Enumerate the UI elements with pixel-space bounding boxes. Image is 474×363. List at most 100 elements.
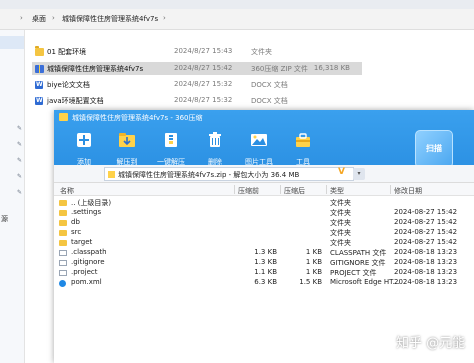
folder-icon bbox=[35, 46, 44, 56]
extract-to-icon bbox=[119, 133, 135, 147]
row-type: CLASSPATH 文件 bbox=[330, 249, 387, 257]
explorer-navigation-pane: ✎ ✎ ✎ ✎ ✎ 源 bbox=[0, 30, 25, 363]
row-date: 2024-08-18 13:23 bbox=[394, 278, 458, 286]
archive-row[interactable]: .settings 文件夹 2024-08-27 15:42 bbox=[54, 208, 474, 218]
file-icon bbox=[59, 250, 67, 256]
explorer-file-row[interactable]: biye论文文档 2024/8/27 15:32 DOCX 文档 bbox=[32, 78, 362, 91]
image-tool-icon bbox=[251, 134, 267, 146]
file-type: DOCX 文档 bbox=[251, 81, 288, 89]
row-type: 文件夹 bbox=[330, 219, 351, 227]
explorer-file-row-selected[interactable]: 城镇保障性住房管理系统4fv7s 2024/8/27 15:42 360压缩 Z… bbox=[32, 62, 362, 75]
row-name: .project bbox=[71, 268, 98, 276]
row-size-before: 6.3 KB bbox=[254, 278, 277, 286]
archive-row[interactable]: db 文件夹 2024-08-27 15:42 bbox=[54, 218, 474, 228]
row-name: pom.xml bbox=[71, 278, 102, 286]
file-icon bbox=[59, 270, 67, 276]
scan-badge[interactable]: 扫描 bbox=[415, 130, 453, 168]
chevron-right-icon: › bbox=[163, 14, 166, 22]
pin-icon: ✎ bbox=[17, 157, 23, 164]
col-type[interactable]: 类型 bbox=[330, 186, 344, 196]
row-date: 2024-08-27 15:42 bbox=[394, 228, 458, 236]
row-size-before: 1.1 KB bbox=[254, 268, 277, 276]
pin-icon: ✎ bbox=[17, 173, 23, 180]
col-name[interactable]: 名称 bbox=[60, 186, 74, 196]
row-name: db bbox=[71, 218, 80, 226]
row-type: GITIGNORE 文件 bbox=[330, 259, 386, 267]
explorer-address-bar[interactable]: › 桌面 › 城镇保障性住房管理系统4fv7s › bbox=[0, 9, 474, 30]
explorer-file-row[interactable]: java环境配置文档 2024/8/27 15:32 DOCX 文档 bbox=[32, 94, 362, 107]
add-icon bbox=[77, 133, 91, 147]
pin-icon: ✎ bbox=[17, 141, 23, 148]
nav-label: 源 bbox=[1, 215, 8, 223]
row-size-after: 1 KB bbox=[305, 248, 322, 256]
folder-icon bbox=[59, 200, 67, 206]
row-size-after: 1.5 KB bbox=[299, 278, 322, 286]
file-type: 文件夹 bbox=[251, 48, 272, 56]
breadcrumb-desktop[interactable]: 桌面 bbox=[32, 14, 46, 24]
zip-icon bbox=[108, 171, 115, 178]
nav-selected-item[interactable] bbox=[0, 36, 24, 49]
file-type: DOCX 文档 bbox=[251, 97, 288, 105]
row-size-after: 1 KB bbox=[305, 268, 322, 276]
column-divider[interactable] bbox=[390, 185, 391, 194]
pin-icon: ✎ bbox=[17, 125, 23, 132]
explorer-tab-strip bbox=[0, 0, 474, 9]
chevron-down-icon[interactable]: ▾ bbox=[353, 168, 365, 180]
archive-row[interactable]: .project 1.1 KB 1 KB PROJECT 文件 2024-08-… bbox=[54, 268, 474, 278]
tools-icon bbox=[296, 133, 310, 147]
col-before[interactable]: 压缩前 bbox=[238, 186, 259, 196]
file-size: 16,318 KB bbox=[313, 64, 350, 72]
verified-check-icon[interactable]: V bbox=[338, 167, 345, 177]
zip-icon bbox=[35, 65, 44, 73]
row-size-before: 1.3 KB bbox=[254, 248, 277, 256]
col-date[interactable]: 修改日期 bbox=[394, 186, 422, 196]
archive-row[interactable]: .gitignore 1.3 KB 1 KB GITIGNORE 文件 2024… bbox=[54, 258, 474, 268]
file-name: 01 配套环境 bbox=[47, 48, 87, 56]
row-name: .classpath bbox=[71, 248, 107, 256]
column-divider[interactable] bbox=[280, 185, 281, 194]
zip-column-header: 名称 压缩前 压缩后 类型 修改日期 bbox=[54, 183, 474, 196]
breadcrumb-folder[interactable]: 城镇保障性住房管理系统4fv7s bbox=[62, 14, 158, 24]
archive-row[interactable]: .. (上级目录) 文件夹 bbox=[54, 198, 474, 208]
folder-icon bbox=[59, 220, 67, 226]
word-doc-icon bbox=[35, 97, 43, 105]
zip-path-bar: 城镇保障性住房管理系统4fv7s.zip - 解包大小为 36.4 MB bbox=[54, 165, 474, 183]
column-divider[interactable] bbox=[326, 185, 327, 194]
scan-badge-label: 扫描 bbox=[426, 144, 442, 153]
chevron-right-icon: › bbox=[52, 14, 55, 22]
file-date: 2024/8/27 15:43 bbox=[174, 47, 233, 55]
archive-row[interactable]: target 文件夹 2024-08-27 15:42 bbox=[54, 238, 474, 248]
row-type: 文件夹 bbox=[330, 229, 351, 237]
chevron-right-icon: › bbox=[20, 14, 23, 22]
archive-path-field[interactable]: 城镇保障性住房管理系统4fv7s.zip - 解包大小为 36.4 MB bbox=[104, 167, 354, 181]
row-name: src bbox=[71, 228, 82, 236]
watermark: 知乎 @元能 bbox=[396, 336, 466, 351]
edge-xml-icon bbox=[59, 280, 66, 287]
file-date: 2024/8/27 15:32 bbox=[174, 96, 233, 104]
column-divider[interactable] bbox=[234, 185, 235, 194]
archive-row[interactable]: pom.xml 6.3 KB 1.5 KB Microsoft Edge HT.… bbox=[54, 278, 474, 288]
one-click-extract-icon bbox=[165, 133, 177, 147]
row-date: 2024-08-27 15:42 bbox=[394, 238, 458, 246]
row-date: 2024-08-18 13:23 bbox=[394, 258, 458, 266]
archive-row[interactable]: .classpath 1.3 KB 1 KB CLASSPATH 文件 2024… bbox=[54, 248, 474, 258]
row-name: .settings bbox=[71, 208, 102, 216]
row-type: 文件夹 bbox=[330, 199, 351, 207]
file-icon bbox=[59, 260, 67, 266]
row-type: PROJECT 文件 bbox=[330, 269, 377, 277]
file-name: java环境配置文档 bbox=[47, 97, 104, 105]
explorer-file-row[interactable]: 01 配套环境 2024/8/27 15:43 文件夹 bbox=[32, 45, 362, 58]
row-name: .gitignore bbox=[71, 258, 105, 266]
col-after[interactable]: 压缩后 bbox=[284, 186, 305, 196]
file-type: 360压缩 ZIP 文件 bbox=[251, 65, 308, 73]
file-date: 2024/8/27 15:32 bbox=[174, 80, 233, 88]
row-type: Microsoft Edge HT... bbox=[330, 278, 400, 286]
zip-window: 城镇保障性住房管理系统4fv7s - 360压缩 添加 解压到 一键解压 删除 … bbox=[54, 110, 474, 363]
file-name: 城镇保障性住房管理系统4fv7s bbox=[47, 65, 144, 73]
folder-icon bbox=[59, 230, 67, 236]
row-size-before: 1.3 KB bbox=[254, 258, 277, 266]
row-name: target bbox=[71, 238, 93, 246]
archive-row[interactable]: src 文件夹 2024-08-27 15:42 bbox=[54, 228, 474, 238]
row-size-after: 1 KB bbox=[305, 258, 322, 266]
pin-icon: ✎ bbox=[17, 189, 23, 196]
